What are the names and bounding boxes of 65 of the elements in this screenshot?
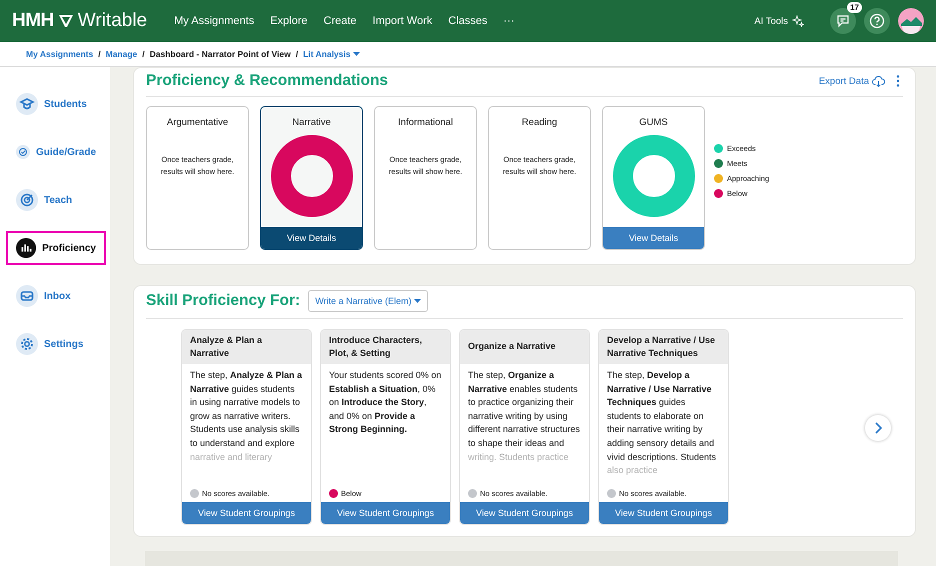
nav-link[interactable]: ··· (496, 11, 522, 31)
nav-link[interactable]: Classes (441, 11, 494, 31)
view-groupings-button[interactable]: View Student Groupings (460, 502, 589, 524)
view-groupings-button[interactable]: View Student Groupings (599, 502, 728, 524)
proficiency-card[interactable]: Narrative View Details (260, 106, 363, 250)
skill-description: The step, Analyze & Plan a Narrative guides students in using narrative models to grow as narrative writers. Students use analysis skills to understand and explore narrative and literary (189, 369, 304, 464)
nav-link[interactable]: My Assignments (167, 11, 262, 31)
card-title: Narrative (292, 117, 331, 128)
cloud-download-icon (872, 76, 885, 86)
target-icon (16, 189, 38, 211)
assignment-dropdown[interactable]: Write a Narrative (Elem) (308, 290, 428, 312)
skill-card-title: Organize a Narrative (460, 330, 589, 364)
skill-description: The step, Organize a Narrative enables students to practice organizing their narrative writing by using different narrative structures to shape their ideas and writing. Students practice (467, 369, 581, 464)
chat-icon (836, 14, 850, 28)
skill-card-title: Introduce Characters, Plot, & Setting (321, 330, 450, 364)
sidebar-item[interactable]: Students (6, 87, 106, 121)
sparkle-icon (792, 15, 804, 27)
caret-icon (414, 299, 422, 304)
logo-text: HMH (12, 10, 54, 32)
skill-description: The step, Develop a Narrative / Use Narrative Techniques guides students to elaborate on their narrative writing by adding sensory details and vivid descriptions. Students also practice (606, 369, 718, 478)
skill-card-title: Develop a Narrative / Use Narrative Techniques (599, 330, 728, 364)
chevron-right-icon (873, 422, 883, 434)
help-button[interactable] (864, 8, 890, 34)
ai-tools-link[interactable]: AI Tools (754, 16, 788, 26)
card-title: Argumentative (166, 117, 228, 128)
inbox-icon (16, 285, 38, 307)
view-groupings-button[interactable]: View Student Groupings (321, 502, 450, 524)
section-title: Proficiency & Recommendations (146, 72, 388, 90)
card-title: Informational (398, 117, 453, 128)
settings-icon (16, 333, 38, 355)
messages-button[interactable] (830, 8, 856, 34)
view-details-button[interactable]: View Details (603, 227, 704, 249)
section-title: Skill Proficiency For: (146, 292, 300, 310)
help-icon (869, 13, 885, 29)
breadcrumb-separator: / (98, 49, 101, 59)
nav-link[interactable]: Import Work (366, 11, 440, 31)
sidebar-item[interactable]: Proficiency (6, 231, 106, 265)
next-button[interactable] (865, 415, 891, 441)
breadcrumb-separator: / (142, 49, 145, 59)
nav-link[interactable]: Create (316, 11, 364, 31)
breadcrumb-current: Dashboard - Narrator Point of View (150, 49, 291, 59)
breadcrumb-link[interactable]: Manage (106, 49, 138, 59)
avatar[interactable] (898, 8, 924, 34)
chart-icon (16, 237, 36, 259)
view-details-button[interactable]: View Details (261, 227, 362, 249)
logo-icon (58, 13, 74, 29)
skill-description: Your students scored 0% on Establish a Situation, 0% on Introduce the Story, and 0% on Provide a Strong Beginning. (328, 369, 442, 436)
sidebar-item[interactable]: Guide/Grade (6, 135, 106, 169)
breadcrumb-separator: / (296, 49, 298, 59)
sidebar-item[interactable]: Teach (6, 183, 106, 217)
caret-icon (352, 52, 360, 57)
notification-badge: 17 (847, 2, 862, 13)
breadcrumb-dropdown[interactable]: Lit Analysis (303, 49, 360, 59)
sidebar-item[interactable]: Settings (6, 327, 106, 361)
proficiency-card[interactable]: GUMS View Details (602, 106, 705, 250)
export-data-link[interactable]: Export Data (818, 76, 885, 86)
cap-icon (16, 93, 38, 115)
sidebar-item[interactable]: Inbox (6, 279, 106, 313)
nav-link[interactable]: Explore (263, 11, 315, 31)
product-name: Writable (78, 10, 148, 32)
skill-card-title: Analyze & Plan a Narrative (182, 330, 311, 364)
card-title: Reading (522, 117, 558, 128)
breadcrumb-link[interactable]: My Assignments (26, 49, 94, 59)
card-title: GUMS (639, 117, 668, 128)
view-groupings-button[interactable]: View Student Groupings (182, 502, 311, 524)
